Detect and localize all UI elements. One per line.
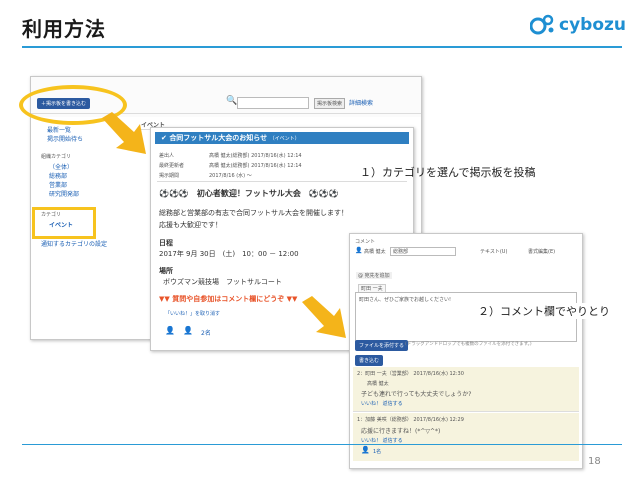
period-value: 2017/8/16 (水) ～ xyxy=(209,173,252,179)
post-title: ✔ 合同フットサル大会のお知らせ （イベント） xyxy=(161,134,300,142)
attach-file-button[interactable]: ファイルを添付する xyxy=(355,340,409,351)
category-item-all[interactable]: （全体） xyxy=(49,162,73,171)
user-avatar-icon: 👤 xyxy=(361,446,370,454)
org-select[interactable]: 総務部 xyxy=(390,247,456,256)
attach-hint: (ドラッグアンドドロップでも複数のファイルを添付できます。) xyxy=(405,342,532,347)
comment-text: 子ども連れで行っても大丈夫でしょうか? xyxy=(361,391,472,398)
date-value: 2017年 9月 30日 (土) 10：00 － 12:00 xyxy=(159,250,299,258)
logo-text: cybozu xyxy=(559,15,627,35)
cybozu-logo-mark-icon xyxy=(530,14,554,35)
comment-like-count[interactable]: 1名 xyxy=(373,448,381,455)
post-body-line2: 応援も大歓迎です！ xyxy=(159,221,222,229)
footer-divider xyxy=(22,444,622,445)
comment-item: 1：加藤 美咲（総務部） 2017/8/16(水) 12:29 応援に行きますね… xyxy=(353,413,579,461)
category-heading: 組織カテゴリ xyxy=(41,154,72,160)
step2-annotation: ２）コメント欄でやりとり xyxy=(478,303,610,319)
like-button[interactable]: 「いいね！」を取り消す xyxy=(165,310,220,317)
page-number: 18 xyxy=(588,456,601,467)
submit-comment-button[interactable]: 書き込む xyxy=(355,355,384,366)
category-item-kenkyu[interactable]: 研究開発部 xyxy=(49,189,79,198)
check-icon: ✔ xyxy=(161,134,167,142)
cybozu-logo: cybozu xyxy=(530,14,626,36)
post-meta-divider xyxy=(157,181,407,182)
user-avatar-icon: 👤 xyxy=(183,326,193,335)
post-notice: ▼▼ 質問や自参加はコメント欄にどうぞ ▼▼ xyxy=(159,295,298,303)
search-icon: 🔍 xyxy=(226,96,238,106)
author-label: 差出人 xyxy=(159,153,175,159)
like-count[interactable]: 2名 xyxy=(201,328,211,337)
category-item-soumu[interactable]: 総務部 xyxy=(49,171,67,180)
comment-actions[interactable]: いいね！ 返信する xyxy=(361,400,403,407)
search-input[interactable]: 🔍 xyxy=(226,96,309,109)
date-heading: 日程 xyxy=(159,239,173,247)
arrow-icon xyxy=(302,296,346,338)
user-avatar-icon: 👤 xyxy=(165,326,175,335)
post-body-line1: 総務部と営業部の有志で合同フットサル大会を開催します！ xyxy=(159,209,348,217)
highlight-category xyxy=(32,207,96,239)
editor-label: 最終更新者 xyxy=(159,163,185,169)
sidebar-item-pending[interactable]: 掲示開始待ち xyxy=(47,134,83,143)
comment-window: コメント 👤 高橋 健太 総務部 テキスト(U) 書式編集(E) @ 宛先を追加… xyxy=(349,233,583,469)
format-rich-radio[interactable]: 書式編集(E) xyxy=(528,248,555,255)
comment-item: 2：町田 一夫（営業部） 2017/8/16(水) 12:30 高橋 健太 子ど… xyxy=(353,367,579,412)
author-value: 高橋 健太(総務部) 2017/8/16(水) 12:14 xyxy=(209,153,302,159)
search-button[interactable]: 掲示板検索 xyxy=(314,98,346,109)
advanced-search-link[interactable]: 詳細検索 xyxy=(349,98,373,107)
period-label: 掲示期間 xyxy=(159,173,180,179)
editor-value: 高橋 健太(総務部) 2017/8/16(水) 12:14 xyxy=(209,163,302,169)
slide-title: 利用方法 xyxy=(22,17,106,41)
user-avatar-icon: 👤 xyxy=(355,247,363,254)
format-text-radio[interactable]: テキスト(U) xyxy=(480,248,507,255)
commenter-name: 高橋 健太 xyxy=(364,249,386,255)
header-divider xyxy=(22,46,622,48)
comment-text: 応援に行きますね！(*^▽^*) xyxy=(361,428,441,435)
mention-add[interactable]: @ 宛先を追加 xyxy=(356,272,392,279)
category-item-eigyo[interactable]: 営業部 xyxy=(49,180,67,189)
place-heading: 場所 xyxy=(159,267,173,275)
arrow-icon xyxy=(102,112,146,154)
comment-header: 2：町田 一夫（営業部） 2017/8/16(水) 12:30 xyxy=(357,371,464,377)
comment-header: 1：加藤 美咲（総務部） 2017/8/16(水) 12:29 xyxy=(357,417,464,423)
sidebar-item-latest[interactable]: 最新一覧 xyxy=(47,125,71,134)
notify-settings-link[interactable]: 通知するカテゴリの設定 xyxy=(41,239,107,248)
comment-heading: コメント xyxy=(355,239,376,245)
post-headline: ⚽⚽⚽ 初心者歓迎！フットサル大会 ⚽⚽⚽ xyxy=(159,189,339,198)
comment-actions[interactable]: いいね！ 返信する xyxy=(361,437,403,444)
step1-annotation: １）カテゴリを選んで掲示板を投稿 xyxy=(360,166,536,179)
comment-mention: 高橋 健太 xyxy=(367,381,389,387)
comment-draft-text: 町田さん、ぜひご家族でお越しください! xyxy=(359,297,452,303)
place-value: ボウズマン競技場 フットサルコート xyxy=(163,278,282,286)
